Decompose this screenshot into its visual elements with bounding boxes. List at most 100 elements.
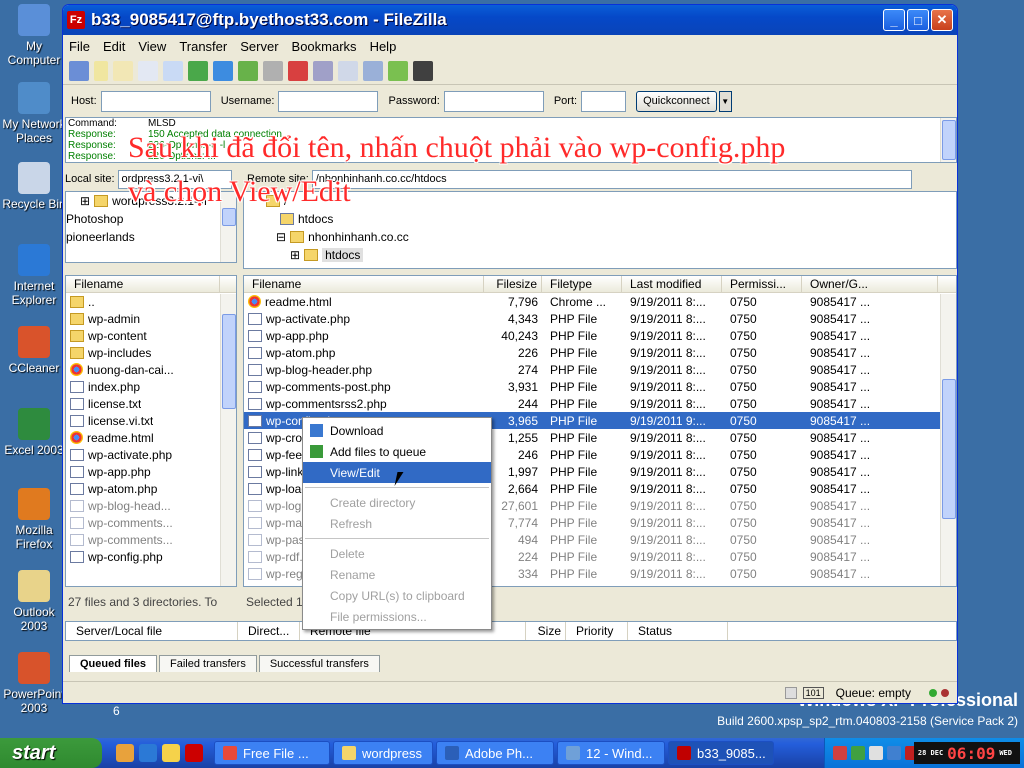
tray-icon-1[interactable]: [833, 746, 847, 760]
remote-tree-icon[interactable]: [163, 60, 183, 81]
quickconnect-button[interactable]: Quickconnect: [636, 90, 717, 112]
tray-icon-3[interactable]: [869, 746, 883, 760]
tab-successful-transfers[interactable]: Successful transfers: [258, 655, 380, 672]
taskbar-button-2[interactable]: wordpress: [333, 741, 433, 765]
site-manager-icon[interactable]: [69, 60, 89, 81]
queue-column-size[interactable]: Size: [526, 622, 566, 640]
local-file-row[interactable]: index.php: [66, 378, 236, 395]
password-input[interactable]: [443, 90, 544, 112]
clock[interactable]: 28 DEC 06:09 WED: [913, 742, 1020, 764]
local-file-row[interactable]: huong-dan-cai...: [66, 361, 236, 378]
desktop-icon-mozilla-firefox[interactable]: Mozilla Firefox: [2, 488, 66, 551]
close-button[interactable]: ✕: [931, 9, 953, 31]
desktop-icon-internet-explorer[interactable]: Internet Explorer: [2, 244, 66, 307]
local-file-row[interactable]: wp-comments...: [66, 514, 236, 531]
remote-file-row[interactable]: wp-app.php 40,243 PHP File 9/19/2011 8:... 0…: [244, 327, 956, 344]
local-tree-item[interactable]: pioneerlands: [66, 228, 236, 246]
remote-file-row[interactable]: wp-blog-header.php 274 PHP File 9/19/2011 8…: [244, 361, 956, 378]
menu-edit[interactable]: Edit: [103, 39, 125, 54]
expand-icon[interactable]: ⊞: [80, 194, 90, 208]
local-tree-icon[interactable]: [138, 60, 158, 81]
menu-transfer[interactable]: Transfer: [179, 39, 227, 54]
quick-launch-ie-icon[interactable]: [139, 744, 157, 762]
local-file-row[interactable]: ..: [66, 293, 236, 310]
local-file-row[interactable]: wp-content: [66, 327, 236, 344]
log-scrollbar[interactable]: [940, 118, 956, 162]
column-header-owner-g-[interactable]: Owner/G...: [802, 276, 938, 292]
tray-icon-2[interactable]: [851, 746, 865, 760]
transfer-queue-icon[interactable]: [188, 60, 208, 81]
desktop-icon-powerpoint-2003[interactable]: PowerPoint 2003: [2, 652, 66, 715]
remote-file-row[interactable]: readme.html 7,796 Chrome ... 9/19/2011 8:..…: [244, 293, 956, 310]
local-file-row[interactable]: wp-activate.php: [66, 446, 236, 463]
local-file-row[interactable]: wp-config.php: [66, 548, 236, 565]
message-log-icon[interactable]: [113, 60, 133, 81]
taskbar-button-1[interactable]: Free File ...: [214, 741, 330, 765]
column-header-filename[interactable]: Filename: [66, 276, 220, 292]
title-bar[interactable]: Fz b33_9085417@ftp.byethost33.com - File…: [63, 5, 957, 35]
remote-file-row[interactable]: wp-commentsrss2.php 244 PHP File 9/19/2011 …: [244, 395, 956, 412]
cancel-operation-icon[interactable]: [263, 60, 283, 81]
desktop-icon-recycle-bin[interactable]: Recycle Bin: [2, 162, 66, 211]
expand-icon[interactable]: ⊞: [290, 248, 300, 262]
desktop-icon-my-computer[interactable]: My Computer: [2, 4, 66, 67]
tray-icon-4[interactable]: [887, 746, 901, 760]
remote-file-row[interactable]: wp-atom.php 226 PHP File 9/19/2011 8:... 075…: [244, 344, 956, 361]
menu-view[interactable]: View: [138, 39, 166, 54]
refresh-icon[interactable]: [213, 60, 233, 81]
host-input[interactable]: [100, 90, 211, 112]
filter-icon[interactable]: [338, 60, 358, 81]
quick-launch-messenger-icon[interactable]: [162, 744, 180, 762]
start-button[interactable]: start: [0, 738, 102, 768]
desktop-icon-ccleaner[interactable]: CCleaner: [2, 326, 66, 375]
local-file-row[interactable]: license.vi.txt: [66, 412, 236, 429]
local-file-row[interactable]: wp-includes: [66, 344, 236, 361]
column-header-filename[interactable]: Filename: [244, 276, 484, 292]
context-menu-add-files-to-queue[interactable]: Add files to queue: [303, 441, 491, 462]
collapse-icon[interactable]: ⊟: [276, 230, 286, 244]
quick-launch-chrome-icon[interactable]: [116, 744, 134, 762]
remote-file-row[interactable]: wp-comments-post.php 3,931 PHP File 9/19/20…: [244, 378, 956, 395]
local-file-row[interactable]: license.txt: [66, 395, 236, 412]
remote-tree-item[interactable]: ⊟ nhonhinhanh.co.cc: [244, 228, 956, 246]
queue-column-status[interactable]: Status: [628, 622, 728, 640]
desktop-icon-my-network-places[interactable]: My Network Places: [2, 82, 66, 145]
local-files-scrollbar[interactable]: [220, 294, 236, 586]
site-dropdown-icon[interactable]: [94, 60, 108, 81]
reconnect-icon[interactable]: [313, 60, 333, 81]
maximize-button[interactable]: □: [907, 9, 929, 31]
local-file-row[interactable]: wp-app.php: [66, 463, 236, 480]
column-header-filetype[interactable]: Filetype: [542, 276, 622, 292]
minimize-button[interactable]: _: [883, 9, 905, 31]
taskbar-button-3[interactable]: Adobe Ph...: [436, 741, 554, 765]
local-file-row[interactable]: readme.html: [66, 429, 236, 446]
context-menu-download[interactable]: Download: [303, 420, 491, 441]
taskbar-button-4[interactable]: 12 - Wind...: [557, 741, 665, 765]
port-input[interactable]: [581, 90, 627, 112]
local-file-list[interactable]: Filename .. wp-admin wp-content wp-includes…: [65, 275, 237, 587]
compare-icon[interactable]: [363, 60, 383, 81]
remote-file-row[interactable]: wp-activate.php 4,343 PHP File 9/19/2011 8:…: [244, 310, 956, 327]
local-file-row[interactable]: wp-comments...: [66, 531, 236, 548]
quick-launch-filezilla-icon[interactable]: [185, 744, 203, 762]
queue-column-server-local-file[interactable]: Server/Local file: [66, 622, 238, 640]
desktop-icon-excel-2003[interactable]: Excel 2003: [2, 408, 66, 457]
remote-files-scrollbar[interactable]: [940, 294, 956, 586]
local-file-row[interactable]: wp-blog-head...: [66, 497, 236, 514]
local-file-row[interactable]: wp-atom.php: [66, 480, 236, 497]
process-queue-icon[interactable]: [238, 60, 258, 81]
tab-queued-files[interactable]: Queued files: [69, 655, 158, 672]
column-header-last-modified[interactable]: Last modified: [622, 276, 722, 292]
remote-tree-item[interactable]: ⊞ htdocs: [244, 246, 956, 264]
desktop-icon-outlook-2003[interactable]: Outlook 2003: [2, 570, 66, 633]
search-icon[interactable]: [413, 60, 433, 81]
quickconnect-dropdown[interactable]: ▼: [718, 90, 732, 112]
tab-failed-transfers[interactable]: Failed transfers: [159, 655, 257, 672]
taskbar-button-5[interactable]: b33_9085...: [668, 741, 774, 765]
queue-column-direct-[interactable]: Direct...: [238, 622, 300, 640]
disconnect-icon[interactable]: [288, 60, 308, 81]
menu-bookmarks[interactable]: Bookmarks: [292, 39, 357, 54]
queue-column-priority[interactable]: Priority: [566, 622, 628, 640]
column-header-permissi-[interactable]: Permissi...: [722, 276, 802, 292]
menu-help[interactable]: Help: [370, 39, 397, 54]
